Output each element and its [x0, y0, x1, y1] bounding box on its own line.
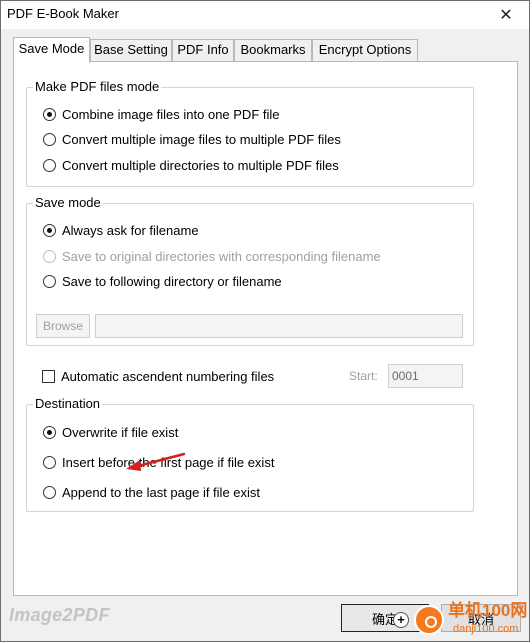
pdf-ebook-maker-window: PDF E-Book Maker ✕ Save Mode Base Settin…	[0, 0, 530, 642]
radio-indicator[interactable]	[43, 108, 56, 121]
destination-group: Destination Overwrite if file exist Inse…	[26, 396, 474, 512]
checkbox-label: Automatic ascendent numbering files	[61, 369, 275, 384]
radio-label: Save to original directories with corres…	[62, 249, 381, 264]
watermark-url: danji100.com	[453, 623, 519, 635]
make-pdf-mode-group: Make PDF files mode Combine image files …	[26, 79, 474, 187]
radio-multiple-images[interactable]: Convert multiple image files to multiple…	[43, 132, 341, 147]
radio-indicator[interactable]	[43, 456, 56, 469]
tab-bookmarks[interactable]: Bookmarks	[234, 39, 312, 61]
brand-logo: Image2PDF	[9, 605, 110, 625]
start-label: Start:	[349, 369, 378, 383]
radio-save-original-dirs: Save to original directories with corres…	[43, 249, 381, 264]
destination-title: Destination	[33, 396, 103, 412]
tab-base-setting[interactable]: Base Setting	[90, 39, 172, 61]
tab-save-mode[interactable]: Save Mode	[13, 37, 90, 63]
radio-label: Append to the last page if file exist	[62, 485, 261, 500]
tab-encrypt-options[interactable]: Encrypt Options	[312, 39, 418, 61]
radio-indicator[interactable]	[43, 426, 56, 439]
radio-always-ask[interactable]: Always ask for filename	[43, 223, 199, 238]
save-mode-title: Save mode	[33, 195, 103, 211]
radio-combine-images[interactable]: Combine image files into one PDF file	[43, 107, 280, 122]
radio-append-last[interactable]: Append to the last page if file exist	[43, 485, 260, 500]
make-pdf-mode-title: Make PDF files mode	[33, 79, 162, 95]
tab-pdf-info[interactable]: PDF Info	[172, 39, 234, 61]
save-mode-panel: Make PDF files mode Combine image files …	[13, 61, 518, 596]
radio-label: Always ask for filename	[62, 223, 199, 238]
watermark-logo-icon	[414, 605, 444, 635]
radio-label: Convert multiple directories to multiple…	[62, 158, 339, 173]
radio-indicator[interactable]	[43, 486, 56, 499]
radio-label: Combine image files into one PDF file	[62, 107, 280, 122]
start-number-input: 0001	[388, 364, 463, 388]
radio-label: Convert multiple image files to multiple…	[62, 132, 341, 147]
title-bar[interactable]: PDF E-Book Maker ✕	[1, 1, 529, 29]
annotation-arrow	[126, 452, 186, 471]
radio-multiple-directories[interactable]: Convert multiple directories to multiple…	[43, 158, 339, 173]
radio-indicator[interactable]	[43, 159, 56, 172]
radio-save-following-dir[interactable]: Save to following directory or filename	[43, 274, 282, 289]
save-path-field	[95, 314, 463, 338]
radio-indicator[interactable]	[43, 224, 56, 237]
browse-button: Browse	[36, 314, 90, 338]
radio-label: Overwrite if file exist	[62, 425, 179, 440]
auto-numbering-checkbox[interactable]: Automatic ascendent numbering files	[42, 369, 274, 384]
window-title: PDF E-Book Maker	[7, 6, 119, 21]
radio-overwrite[interactable]: Overwrite if file exist	[43, 425, 178, 440]
close-icon[interactable]: ✕	[483, 1, 529, 29]
radio-indicator	[43, 250, 56, 263]
radio-label: Save to following directory or filename	[62, 274, 282, 289]
checkbox-indicator[interactable]	[42, 370, 55, 383]
watermark-text: 单机100网	[448, 601, 528, 620]
radio-indicator[interactable]	[43, 133, 56, 146]
radio-indicator[interactable]	[43, 275, 56, 288]
watermark-plus-icon: +	[393, 612, 409, 628]
save-mode-group: Save mode Always ask for filename Save t…	[26, 195, 474, 346]
